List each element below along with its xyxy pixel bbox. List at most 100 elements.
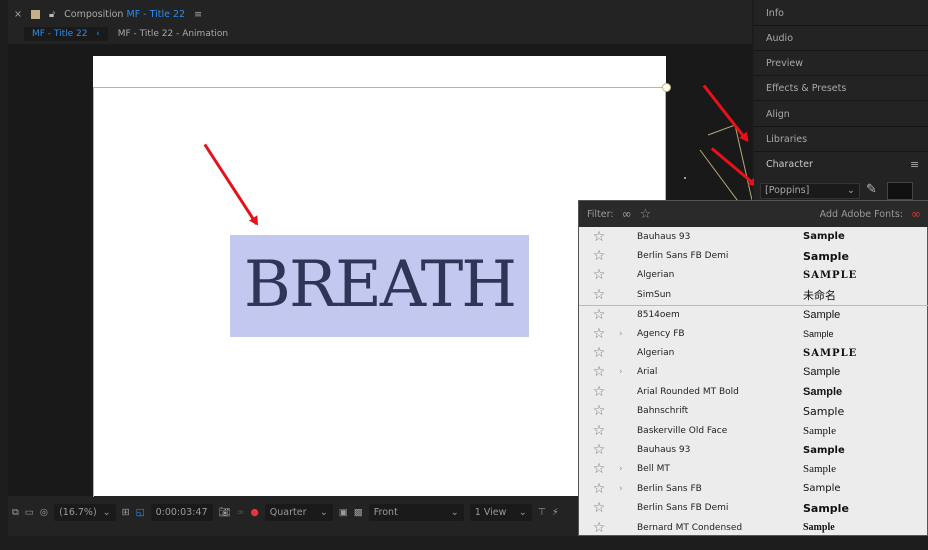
panel-audio[interactable]: Audio (766, 33, 793, 44)
star-icon[interactable]: ☆ (579, 520, 619, 536)
star-icon[interactable]: ☆ (579, 364, 619, 380)
panel-preview[interactable]: Preview (766, 58, 803, 69)
favorites-filter-icon[interactable]: ☆ (640, 207, 652, 222)
star-icon[interactable]: ☆ (579, 267, 619, 283)
font-family-select[interactable]: [Poppins] ⌄ (760, 183, 860, 199)
roi-toggle-icon[interactable]: ▣ (339, 507, 348, 518)
font-list-item[interactable]: ☆ › Arial Sample (579, 363, 928, 382)
panel-menu-icon[interactable]: ≡ (194, 9, 202, 20)
star-icon[interactable]: ☆ (579, 229, 619, 245)
chevron-right-icon[interactable]: › (619, 367, 637, 377)
font-name: Berlin Sans FB Demi (637, 503, 729, 514)
chevron-right-icon[interactable]: › (619, 484, 637, 494)
monitor-icon[interactable]: ▭ (25, 507, 34, 518)
font-list-item[interactable]: ☆ Bernard MT Condensed Sample (579, 518, 928, 537)
font-sample: Sample (803, 444, 845, 456)
font-sample: Sample (803, 231, 845, 243)
panel-align[interactable]: Align (766, 109, 790, 120)
add-fonts-label: Add Adobe Fonts: (819, 208, 903, 220)
font-sample: Sample (803, 463, 836, 476)
fill-color-swatch[interactable] (887, 182, 913, 200)
font-sample: Sample (803, 522, 835, 534)
filter-label: Filter: (587, 208, 614, 220)
font-name: Arial Rounded MT Bold (637, 386, 739, 397)
font-list-item[interactable]: ☆ SimSun 未命名 (579, 285, 928, 304)
transparency-grid-icon[interactable]: ▩ (354, 507, 363, 518)
font-list-item[interactable]: ☆ Arial Rounded MT Bold Sample (579, 382, 928, 401)
font-name: 8514oem (637, 309, 680, 320)
close-icon[interactable]: × (14, 9, 22, 20)
star-icon[interactable]: ☆ (579, 500, 619, 516)
font-list-item[interactable]: ☆ › Berlin Sans FB Sample (579, 479, 928, 498)
font-name: Bell MT (637, 464, 670, 475)
camera-icon[interactable]: 📷︎ (219, 507, 231, 518)
font-sample: Sample (803, 366, 841, 379)
eyedropper-icon[interactable]: ✎ (866, 182, 877, 197)
layout-select[interactable]: 1 View ⌄ (469, 503, 532, 521)
tab-mf-title-22-animation[interactable]: MF - Title 22 - Animation (118, 29, 228, 39)
grid-icon[interactable]: ⊞ (122, 507, 130, 518)
font-list-item[interactable]: ☆ Berlin Sans FB Demi Sample (579, 246, 928, 265)
font-list-item[interactable]: ☆ Baskerville Old Face Sample (579, 421, 928, 440)
star-icon[interactable]: ☆ (579, 287, 619, 303)
lock-icon[interactable]: 🔓︎ (49, 9, 55, 20)
composition-tabs: MF - Title 22 ‹ MF - Title 22 - Animatio… (24, 27, 228, 41)
view-value: Front (373, 506, 398, 518)
font-name: Arial (637, 367, 658, 378)
text-layer[interactable]: BREATH (230, 235, 529, 337)
panel-libraries[interactable]: Libraries (766, 134, 807, 145)
font-list-item[interactable]: ☆ › Bell MT Sample (579, 460, 928, 479)
creative-cloud-filter-icon[interactable]: ∞ (622, 207, 632, 221)
add-adobe-fonts-icon[interactable]: ∞ (911, 207, 921, 221)
star-icon[interactable]: ☆ (579, 442, 619, 458)
character-menu-icon[interactable]: ≡ (910, 158, 919, 171)
star-icon[interactable]: ☆ (579, 307, 619, 323)
star-icon[interactable]: ☆ (579, 403, 619, 419)
tab-mf-title-22[interactable]: MF - Title 22 ‹ (24, 27, 108, 41)
fast-preview-icon[interactable]: ⚡︎ (552, 507, 559, 518)
panel-effects-presets[interactable]: Effects & Presets (766, 83, 846, 94)
chevron-right-icon[interactable]: › (619, 329, 637, 339)
star-icon[interactable]: ☆ (579, 248, 619, 264)
zoom-select[interactable]: (16.7%) ⌄ (54, 503, 116, 521)
star-icon[interactable]: ☆ (579, 384, 619, 400)
star-icon[interactable]: ☆ (579, 481, 619, 497)
chevron-right-icon[interactable]: › (619, 464, 637, 474)
panel-character[interactable]: Character (766, 159, 813, 170)
font-list-item[interactable]: ☆ Bauhaus 93 Sample (579, 440, 928, 459)
font-name: Algerian (637, 348, 675, 359)
font-family-value: [Poppins] (765, 185, 810, 196)
pixel-aspect-icon[interactable]: ⊤ (538, 507, 546, 518)
font-list-item[interactable]: ☆ Algerian SAMPLE (579, 343, 928, 362)
font-name: SimSun (637, 289, 672, 300)
panel-info[interactable]: Info (766, 8, 784, 19)
layout-value: 1 View (474, 506, 507, 518)
right-panels: Info Audio Preview Effects & Presets Ali… (754, 0, 928, 200)
always-preview-icon[interactable]: ⧉ (12, 507, 19, 518)
font-list-item[interactable]: ☆ Berlin Sans FB Demi Sample (579, 499, 928, 518)
star-icon[interactable]: ☆ (579, 423, 619, 439)
layer-handle[interactable] (662, 83, 671, 92)
font-list-item[interactable]: ☆ Bahnschrift Sample (579, 402, 928, 421)
font-name: Baskerville Old Face (637, 425, 728, 436)
panel-title: Composition (64, 8, 124, 20)
star-icon[interactable]: ☆ (579, 326, 619, 342)
roi-icon[interactable]: ◱ (136, 507, 145, 518)
font-sample: 未命名 (803, 288, 836, 302)
font-list-item[interactable]: ☆ Algerian SAMPLE (579, 266, 928, 285)
snapshot-icon[interactable]: ∞ (237, 507, 245, 518)
font-sample: Sample (803, 404, 845, 418)
font-list-item[interactable]: ☆ Bauhaus 93 Sample (579, 227, 928, 246)
font-list-item[interactable]: ☆ › Agency FB Sample (579, 324, 928, 343)
star-icon[interactable]: ☆ (579, 345, 619, 361)
mask-icon[interactable]: ◎ (40, 507, 48, 518)
star-icon[interactable]: ☆ (579, 461, 619, 477)
view-select[interactable]: Front ⌄ (368, 503, 464, 521)
resolution-select[interactable]: Quarter ⌄ (264, 503, 333, 521)
timecode[interactable]: 0:00:03:47 (150, 503, 213, 521)
channel-icon[interactable]: ● (251, 507, 259, 518)
font-filter-bar: Filter: ∞ ☆ Add Adobe Fonts: ∞ (579, 201, 928, 227)
font-list-item[interactable]: ☆ 8514oem Sample (579, 304, 928, 324)
chevron-left-icon[interactable]: ‹ (96, 29, 100, 39)
font-sample: Sample (803, 308, 841, 321)
